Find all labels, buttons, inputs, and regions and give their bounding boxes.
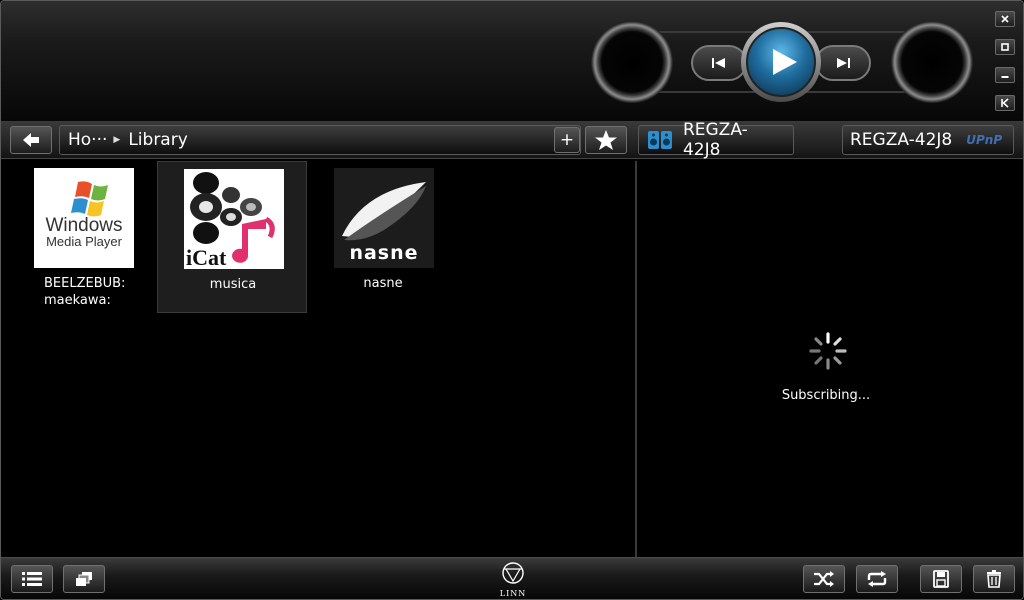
breadcrumb: Ho··· ▶ Library	[59, 125, 581, 155]
loading-spinner-icon	[809, 332, 847, 370]
next-button[interactable]	[815, 45, 871, 81]
save-playlist-button[interactable]	[920, 565, 962, 593]
play-button[interactable]	[741, 22, 821, 102]
app-window: Ho··· ▶ Library + REGZA-42J8 REGZA-42J8 …	[0, 0, 1024, 600]
play-icon	[772, 49, 797, 75]
windows-media-player-logo: Windows Media Player	[34, 168, 134, 268]
volume-knob[interactable]	[591, 21, 673, 103]
linn-emblem-icon	[502, 562, 524, 584]
mini-mode-button[interactable]	[995, 95, 1015, 111]
previous-icon	[712, 58, 725, 68]
library-item-musica[interactable]: iCat musica	[157, 161, 307, 313]
logo-line2: Media Player	[46, 234, 122, 249]
library-item-label: musica	[209, 277, 257, 292]
linn-text: LINN	[499, 589, 527, 598]
close-icon	[1001, 15, 1009, 23]
minimize-icon	[1001, 76, 1009, 78]
mini-mode-icon	[1001, 98, 1009, 108]
album-view-button[interactable]	[63, 565, 105, 593]
breadcrumb-separator-icon: ▶	[113, 135, 121, 145]
icat-text: iCat	[186, 245, 227, 269]
bookmark-button[interactable]	[585, 126, 627, 154]
seek-knob[interactable]	[891, 21, 973, 103]
stacked-windows-icon	[76, 572, 92, 586]
trash-icon	[987, 570, 1001, 588]
room-name: REGZA-42J8	[682, 120, 748, 160]
maximize-icon	[1001, 43, 1009, 51]
renderer-name: REGZA-42J8	[850, 130, 953, 150]
icat-logo: iCat	[184, 169, 284, 269]
close-button[interactable]	[995, 11, 1015, 27]
speakers-icon	[647, 131, 672, 149]
list-view-button[interactable]	[11, 565, 53, 593]
repeat-icon	[867, 571, 887, 587]
breadcrumb-home[interactable]: Ho···	[68, 130, 107, 150]
footer-bar: LINN	[1, 557, 1023, 599]
next-icon	[837, 58, 850, 68]
nasne-text: nasne	[349, 242, 419, 264]
shuffle-button[interactable]	[803, 565, 845, 593]
repeat-button[interactable]	[856, 565, 898, 593]
subscribing-status: Subscribing...	[781, 388, 871, 403]
library-item-label: nasne	[363, 276, 403, 291]
shuffle-icon	[814, 571, 834, 587]
clear-playlist-button[interactable]	[973, 565, 1015, 593]
save-icon	[933, 570, 949, 588]
library-item-nasne[interactable]: nasne nasne	[308, 161, 458, 313]
previous-button[interactable]	[691, 45, 747, 81]
library-item-beelzebub[interactable]: Windows Media Player BEELZEBUB: maekawa:	[8, 161, 158, 313]
nasne-logo: nasne	[334, 168, 434, 268]
play-button-face	[746, 27, 816, 97]
breadcrumb-current[interactable]: Library	[128, 130, 187, 150]
minimize-button[interactable]	[995, 67, 1015, 83]
header-bar	[1, 1, 1023, 121]
add-button[interactable]: +	[554, 127, 580, 153]
playlist-panel: Subscribing...	[638, 161, 1020, 557]
upnp-icon: UPnP	[966, 133, 1003, 147]
list-icon	[22, 572, 42, 586]
navigation-bar: Ho··· ▶ Library + REGZA-42J8 REGZA-42J8 …	[1, 120, 1023, 160]
back-button[interactable]	[10, 126, 52, 154]
renderer-selector[interactable]: REGZA-42J8 UPnP	[842, 125, 1014, 155]
star-icon	[595, 130, 617, 150]
library-panel: Windows Media Player BEELZEBUB: maekawa:	[6, 161, 634, 557]
logo-line1: Windows	[45, 215, 123, 236]
linn-logo: LINN	[497, 561, 529, 599]
panel-divider[interactable]	[635, 161, 637, 557]
room-selector[interactable]: REGZA-42J8	[638, 120, 794, 160]
maximize-button[interactable]	[995, 39, 1015, 55]
back-arrow-icon	[23, 133, 39, 147]
